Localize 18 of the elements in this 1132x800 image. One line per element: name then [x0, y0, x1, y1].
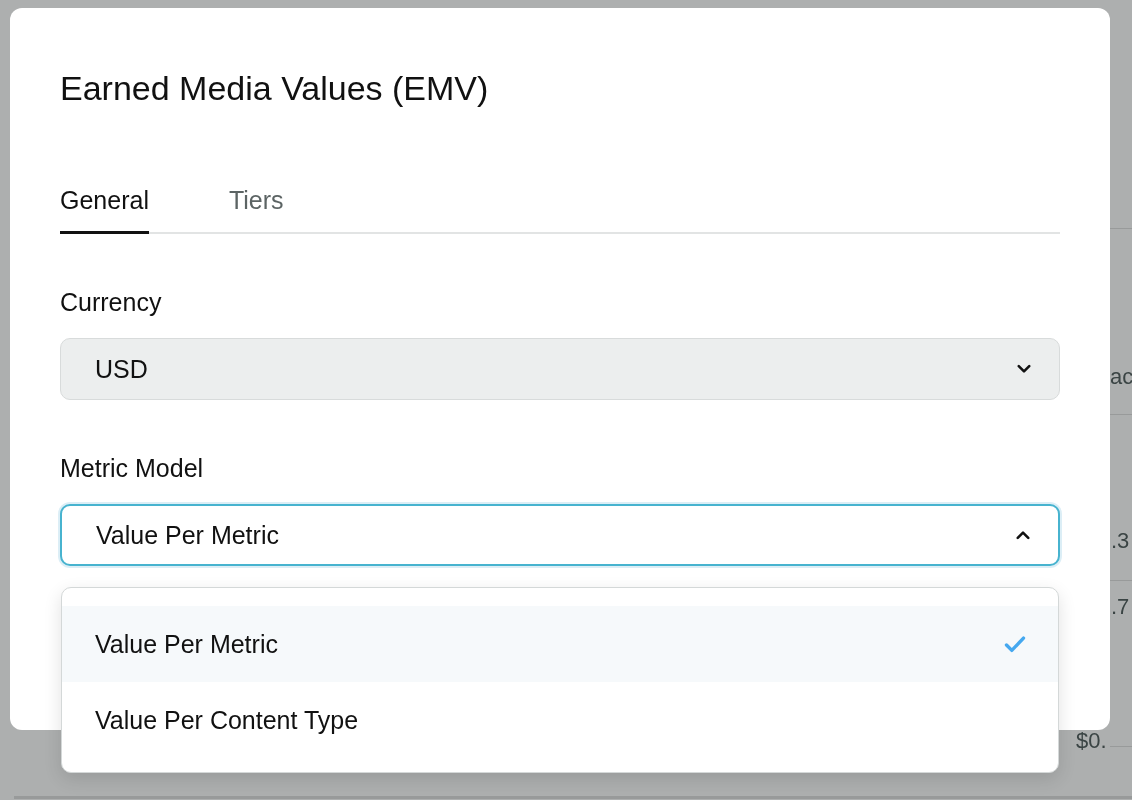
tab[interactable]: Tiers: [228, 186, 284, 234]
table-cell: .7: [1111, 594, 1130, 620]
chevron-down-icon: [1017, 364, 1031, 374]
menu-option[interactable]: Value Per Content Type: [62, 682, 1058, 758]
table-cell: ac: [1110, 364, 1132, 390]
chevron-up-icon: [1016, 530, 1030, 540]
select-value: USD: [95, 354, 148, 384]
select-field[interactable]: Value Per Metric: [60, 504, 1060, 566]
select-field[interactable]: USD: [60, 338, 1060, 400]
tab[interactable]: General: [60, 186, 149, 234]
field-label: Currency: [60, 287, 163, 318]
table-cell: .3: [1111, 528, 1130, 554]
checkmark-icon: [1004, 635, 1026, 653]
table-cell: $0.: [1076, 728, 1107, 754]
select-value: Value Per Metric: [96, 520, 279, 550]
dialog-title: Earned Media Values (EMV): [60, 68, 490, 108]
field-label: Metric Model: [60, 453, 205, 484]
menu-option[interactable]: Value Per Metric: [62, 606, 1058, 682]
